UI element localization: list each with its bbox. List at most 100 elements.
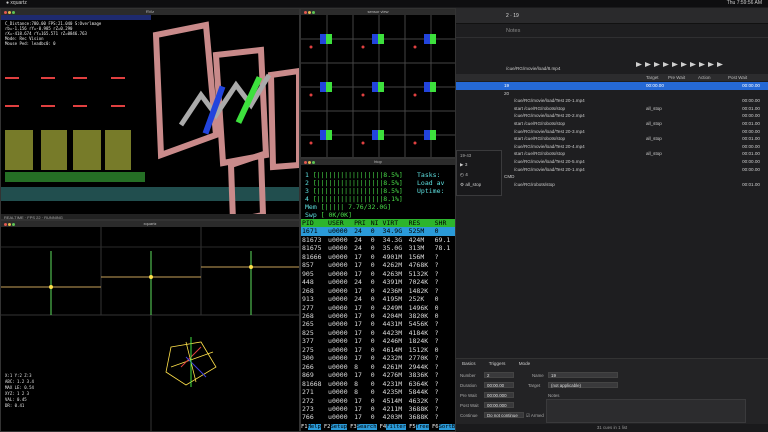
process-row[interactable]: 81666 u0000 17 0 4901M 156M? bbox=[301, 253, 455, 261]
play-icon[interactable] bbox=[699, 62, 705, 67]
process-row[interactable]: 81673 u0000 24 0 34.3G 424M 69.1 bbox=[301, 236, 455, 244]
process-row[interactable]: 268 u0000 17 0 4204M 3820K 0 bbox=[301, 312, 455, 320]
cue-row[interactable]: /cue/RG/movie/load/Test 20-4.mp4 00:00.00 bbox=[456, 143, 768, 151]
window-controls-icon[interactable] bbox=[304, 10, 316, 14]
play-icon[interactable] bbox=[663, 62, 669, 67]
col-postwait[interactable]: Post Wait bbox=[728, 74, 747, 81]
htop-window[interactable]: htop 1 [|||||||||||||||||8.5%] Tasks: 2 [|… bbox=[300, 158, 456, 432]
process-row[interactable]: 271 u0000 8 0 4235M 5844K? bbox=[301, 388, 455, 396]
process-row[interactable]: 913 u0000 24 0 4195M 252K 0 bbox=[301, 295, 455, 303]
play-icon[interactable] bbox=[636, 62, 642, 67]
cue-popup-menu[interactable]: 19-43 ▶ 3 ◴ 4 ⚙ all_stop bbox=[456, 150, 502, 196]
sensor-grid-window[interactable]: sensor view bbox=[300, 8, 456, 158]
fkey-label[interactable]: Tree bbox=[415, 424, 429, 430]
play-icon[interactable] bbox=[654, 62, 660, 67]
process-row[interactable]: 268 u0000 17 0 4236M 1482K? bbox=[301, 287, 455, 295]
fkey-label[interactable]: SortBy bbox=[438, 424, 455, 430]
tab-mode[interactable]: Mode bbox=[519, 361, 531, 366]
cue-row[interactable]: start /cue/RG/robots/stop all_stop 00:01.0… bbox=[456, 105, 768, 113]
function-key-bar[interactable]: F1Help F2Setup F3Search F4Filter F5Tree F6Sor… bbox=[301, 423, 455, 431]
bottom-viewport-canvas[interactable]: X:1 Y:2 Z:3ABC: 1.2 3.4MAX LE: 0.54XYZ: … bbox=[1, 227, 300, 432]
col-target[interactable]: Target bbox=[646, 74, 659, 81]
process-row[interactable]: 272 u0000 17 0 4514M 4632K? bbox=[301, 397, 455, 405]
fkey-label[interactable]: Setup bbox=[330, 424, 348, 430]
process-row[interactable]: 857 u0000 17 0 4262M 4768K? bbox=[301, 261, 455, 269]
fkey-number[interactable]: F5 bbox=[409, 424, 416, 430]
popup-item[interactable]: ⚙ all_stop bbox=[457, 180, 501, 190]
notes-field[interactable]: Notes bbox=[456, 24, 768, 38]
window-controls-icon[interactable] bbox=[4, 10, 16, 14]
process-row[interactable]: 825 u0000 17 0 4423M 4184K? bbox=[301, 329, 455, 337]
continue-select[interactable]: Do not continue bbox=[484, 412, 524, 418]
cue-row[interactable]: /cue/RG/robots/stop 00:01.00 bbox=[456, 181, 768, 189]
cue-app-window[interactable]: 2 · 19 Notes Target Pre Wait Action Post… bbox=[456, 8, 768, 432]
process-row[interactable]: 905 u0000 17 0 4263M 5132K? bbox=[301, 270, 455, 278]
process-row[interactable]: 1671 u0000 24 0 34.9G 525M 0 bbox=[301, 227, 455, 236]
process-table-header[interactable]: PID USER PRI NI VIRT RES SHR bbox=[301, 219, 455, 228]
transport-toolbar[interactable] bbox=[636, 54, 768, 67]
process-row[interactable]: 277 u0000 17 0 4249M 1496K 0 bbox=[301, 304, 455, 312]
process-row[interactable]: 273 u0000 17 0 4211M 3688K? bbox=[301, 405, 455, 413]
cue-list[interactable]: 19 00:00.00 00:00.00 20/cue/RG/movie/load/T… bbox=[456, 82, 768, 188]
cue-row[interactable]: 19 00:00.00 00:00.00 bbox=[456, 82, 768, 90]
cue-row[interactable]: start /cue/RG/robots/stop all_stop 00:01.0… bbox=[456, 135, 768, 143]
inspector-tabs[interactable]: Basics Triggers Mode bbox=[456, 359, 768, 369]
fkey-label[interactable]: Filter bbox=[386, 424, 407, 430]
cue-row[interactable]: /cue/RG/movie/load/Test 20-1.mp4 00:00.00 bbox=[456, 97, 768, 105]
play-icon[interactable] bbox=[645, 62, 651, 67]
cue-row[interactable]: start /cue/RG/robots/stop all_stop 00:01.0… bbox=[456, 120, 768, 128]
app-name[interactable]: xquartz bbox=[10, 0, 26, 6]
popup-item[interactable]: ◴ 4 bbox=[457, 170, 501, 180]
process-row[interactable]: 81675 u0000 24 0 35.0G 313M 78.1 bbox=[301, 244, 455, 252]
process-row[interactable]: 377 u0000 17 0 4246M 1824K? bbox=[301, 337, 455, 345]
column-header[interactable]: VIRT bbox=[381, 219, 408, 228]
fkey-number[interactable]: F6 bbox=[432, 424, 439, 430]
process-row[interactable]: 766 u0000 17 0 4203M 3688K? bbox=[301, 413, 455, 421]
tab-basics[interactable]: Basics bbox=[462, 361, 476, 366]
column-header[interactable]: NI bbox=[369, 219, 382, 228]
cue-row[interactable]: /cue/RG/movie/load/Test 20-1.mp4 00:00.00 bbox=[456, 166, 768, 174]
window-controls-icon[interactable] bbox=[4, 222, 16, 226]
app-titlebar[interactable]: 2 · 19 bbox=[456, 8, 768, 24]
column-header[interactable]: USER bbox=[327, 219, 354, 228]
col-action[interactable]: Action bbox=[698, 74, 711, 81]
process-row[interactable]: 300 u0000 17 0 4232M 2770K? bbox=[301, 354, 455, 362]
menubar-clock[interactable]: Thu 7:59:56 AM bbox=[727, 0, 762, 7]
bottom-rviz-window[interactable]: xquartz X:1 Y:2 Z:3 ABC: 1.2 3.4 MAX LE: 0… bbox=[0, 220, 300, 432]
prewait-field[interactable]: 00:00.000 bbox=[484, 392, 514, 398]
cue-row[interactable]: /cue/RG/movie/load/Test 20-2.mp4 00:00.00 bbox=[456, 112, 768, 120]
process-row[interactable]: 275 u0000 17 0 4614M 1512K 0 bbox=[301, 346, 455, 354]
play-icon[interactable] bbox=[672, 62, 678, 67]
col-prewait[interactable]: Pre Wait bbox=[668, 74, 685, 81]
process-row[interactable]: 869 u0000 17 0 4276M 3836K? bbox=[301, 371, 455, 379]
column-header[interactable]: PRI bbox=[353, 219, 370, 228]
cue-row[interactable]: 20 bbox=[456, 90, 768, 98]
process-row[interactable]: 81668 u0000 8 0 4231M 6364K? bbox=[301, 380, 455, 388]
notes-box[interactable] bbox=[546, 399, 746, 423]
sensor-grid-canvas[interactable] bbox=[301, 15, 456, 158]
process-row[interactable]: 448 u0000 24 0 4391M 7024K? bbox=[301, 278, 455, 286]
popup-item[interactable]: ▶ 3 bbox=[457, 160, 501, 170]
duration-field[interactable]: 00:00.00 bbox=[484, 382, 514, 388]
process-row[interactable]: 266 u0000 8 0 4261M 2944K? bbox=[301, 363, 455, 371]
cue-row[interactable]: /cue/RG/movie/load/Test 20-3.mp4 00:00.00 bbox=[456, 128, 768, 136]
fkey-label[interactable]: Search bbox=[356, 424, 377, 430]
window-controls-icon[interactable] bbox=[304, 160, 316, 164]
number-field[interactable]: 2 bbox=[484, 372, 514, 378]
play-icon[interactable] bbox=[708, 62, 714, 67]
cue-row[interactable]: /cue/RG/movie/load/Test 20-5.mp4 00:00.00 bbox=[456, 158, 768, 166]
htop-titlebar[interactable]: htop bbox=[301, 159, 455, 165]
target-field[interactable]: (not applicable) bbox=[548, 382, 618, 388]
process-row[interactable]: 265 u0000 17 0 4431M 5456K? bbox=[301, 320, 455, 328]
cue-title[interactable]: 2 · 19 bbox=[506, 13, 519, 19]
cue-row[interactable]: CMD bbox=[456, 173, 768, 181]
postwait-field[interactable]: 00:00.000 bbox=[484, 402, 514, 408]
play-icon[interactable] bbox=[717, 62, 723, 67]
play-icon[interactable] bbox=[690, 62, 696, 67]
column-header[interactable]: PID bbox=[301, 219, 328, 228]
top-path[interactable]: /cue/RG/movie/load/8.mp4 bbox=[506, 66, 560, 71]
cue-row[interactable]: start /cue/RG/robots/stop all_stop 00:01.0… bbox=[456, 150, 768, 158]
fkey-number[interactable]: F3 bbox=[350, 424, 357, 430]
apple-menu-icon[interactable]: ● xquartz bbox=[6, 0, 27, 7]
name-field[interactable]: 19 bbox=[548, 372, 618, 378]
